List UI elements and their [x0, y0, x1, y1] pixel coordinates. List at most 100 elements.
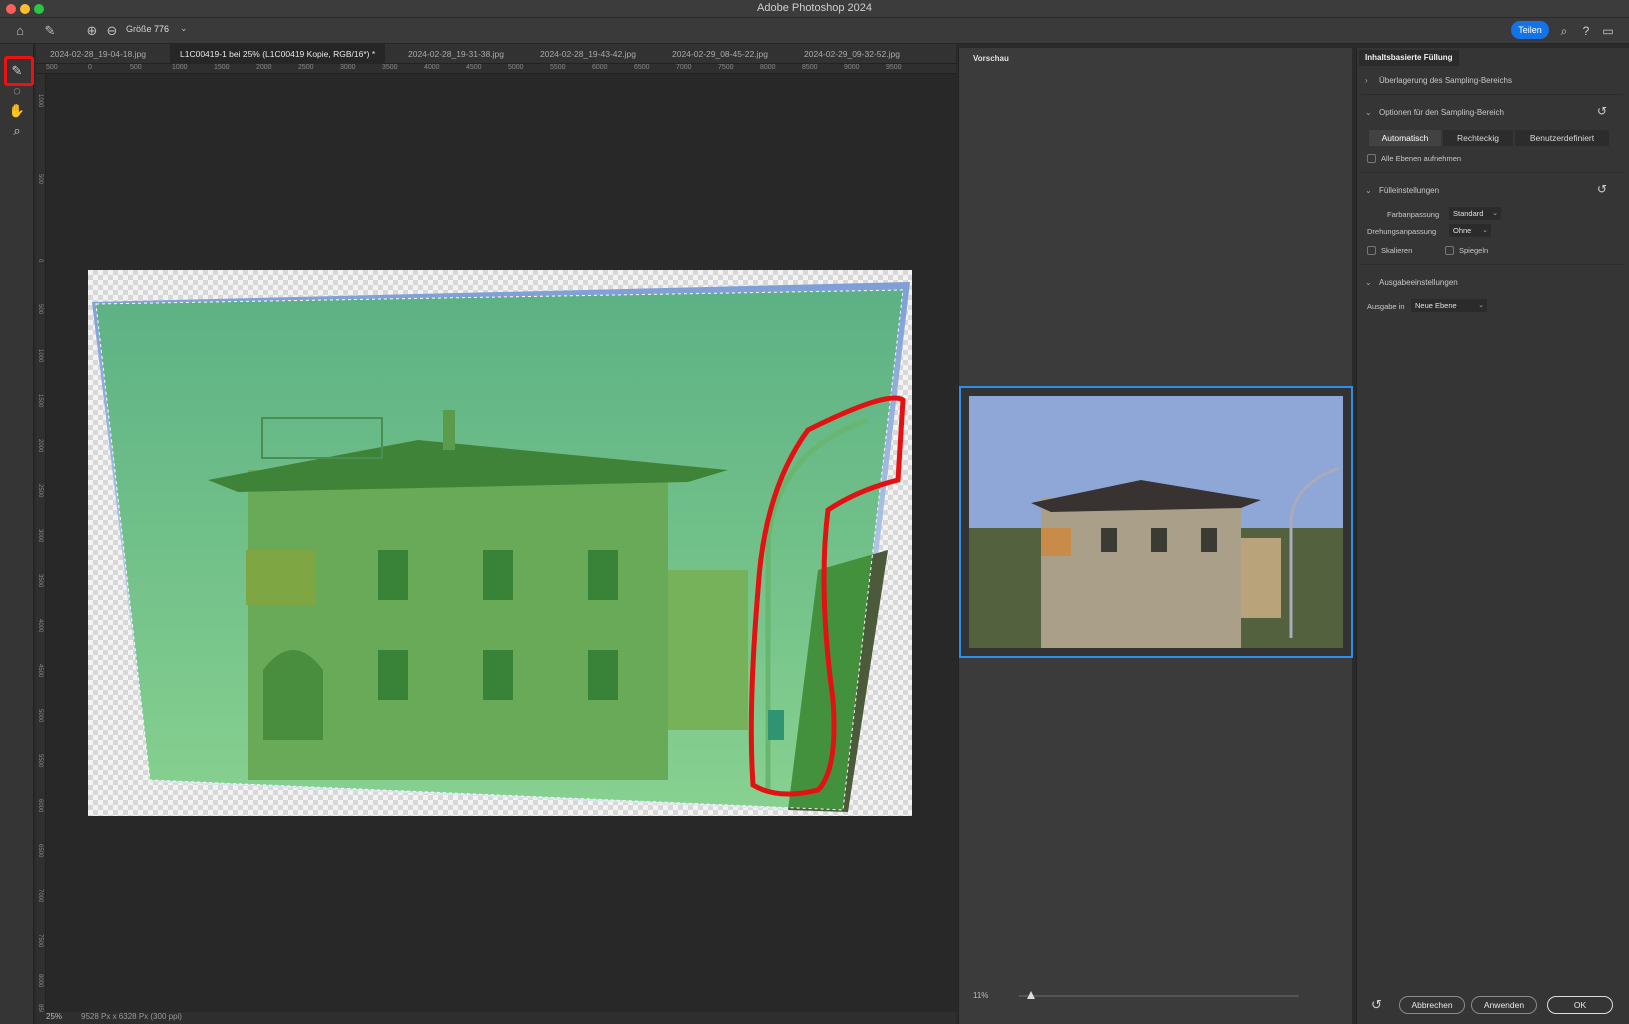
zoom-icon[interactable]: ⌕ — [8, 122, 26, 140]
rotation-adaptation-label: Drehungsanpassung — [1367, 227, 1437, 236]
lasso-icon[interactable]: ◌ — [8, 82, 26, 100]
sampling-mode-custom[interactable]: Benutzerdefiniert — [1515, 130, 1609, 146]
ruler-vertical: 1000 500 0 500 1000 1500 2000 2500 3000 … — [36, 74, 46, 1017]
sampling-mode-automatic[interactable]: Automatisch — [1369, 130, 1441, 146]
color-adaptation-label: Farbanpassung — [1387, 210, 1440, 219]
ruler-label: 2500 — [298, 64, 314, 71]
section-fill-settings[interactable]: ⌄ Fülleinstellungen — [1365, 186, 1439, 195]
ruler-label: 2000 — [37, 439, 43, 453]
ruler-label: 3000 — [340, 64, 356, 71]
ruler-label: 2500 — [37, 484, 43, 498]
home-icon[interactable]: ⌂ — [12, 23, 28, 39]
ruler-label: 4000 — [37, 619, 43, 633]
help-icon[interactable]: ? — [1578, 23, 1594, 39]
preview-lit-window — [1041, 528, 1071, 556]
reset-icon[interactable]: ↺ — [1597, 182, 1607, 196]
rotation-adaptation-dropdown[interactable]: Ohne ⌄ — [1449, 224, 1491, 237]
ok-button[interactable]: OK — [1547, 996, 1613, 1014]
status-bar: 25% 9528 Px x 6328 Px (300 ppi) — [36, 1012, 956, 1024]
ruler-label: 8000 — [760, 64, 776, 71]
apply-button[interactable]: Anwenden — [1471, 996, 1537, 1014]
preview-panel: Vorschau 11% — [958, 48, 1353, 1024]
section-output-settings[interactable]: ⌄ Ausgabeeinstellungen — [1365, 278, 1458, 287]
sampling-brush-icon[interactable]: ✎ — [8, 62, 26, 80]
search-icon[interactable]: ⌕ — [1556, 23, 1572, 39]
document-info: 9528 Px x 6328 Px (300 ppi) — [81, 1012, 182, 1021]
add-circle-icon[interactable]: ⊕ — [84, 23, 100, 39]
workspace-icon[interactable]: ▭ — [1600, 23, 1616, 39]
scale-checkbox[interactable] — [1367, 246, 1376, 255]
preview-house — [1041, 498, 1241, 648]
ruler-label: 9000 — [844, 64, 860, 71]
slider-handle[interactable] — [1027, 991, 1035, 999]
ruler-label: 1500 — [37, 394, 43, 408]
ruler-label: 5500 — [37, 754, 43, 768]
panel-tab-content-aware-fill[interactable]: Inhaltsbasierte Füllung — [1359, 50, 1459, 66]
options-bar: ⌂ ✎ ⊕ ⊖ Größe 776 ⌄ Teilen ⌕ ? ▭ — [0, 18, 1629, 44]
all-layers-checkbox[interactable] — [1367, 154, 1376, 163]
ruler-label: 6000 — [592, 64, 608, 71]
edited-photo — [92, 282, 910, 812]
ruler-label: 0 — [88, 64, 92, 71]
preview-neighbor-house — [1241, 538, 1281, 618]
preview-image — [969, 396, 1343, 648]
ruler-label: 500 — [37, 304, 43, 315]
brush-size-input[interactable]: 776 — [154, 24, 169, 34]
section-overlay[interactable]: › Überlagerung des Sampling-Bereichs — [1365, 76, 1512, 85]
section-sampling-label: Optionen für den Sampling-Bereich — [1379, 108, 1504, 117]
document-canvas[interactable] — [88, 270, 912, 816]
output-dropdown[interactable]: Neue Ebene ⌄ — [1411, 299, 1487, 312]
ruler-label: 4500 — [466, 64, 482, 71]
tab-document[interactable]: 2024-02-29_09-32-52.jpg — [794, 44, 910, 64]
brush-icon[interactable]: ✎ — [42, 23, 58, 39]
ruler-label: 6000 — [37, 799, 43, 813]
document-tabs: 2024-02-28_19-04-18.jpg L1C00419-1 bei 2… — [36, 44, 956, 64]
chevron-down-icon: ⌄ — [1365, 278, 1372, 287]
section-overlay-label: Überlagerung des Sampling-Bereichs — [1379, 76, 1512, 85]
mirror-checkbox[interactable] — [1445, 246, 1454, 255]
hand-icon[interactable]: ✋ — [8, 102, 26, 120]
ruler-horizontal: 500 0 500 1000 1500 2000 2500 3000 3500 … — [36, 64, 956, 74]
subtract-circle-icon[interactable]: ⊖ — [104, 23, 120, 39]
ruler-label: 3500 — [37, 574, 43, 588]
app-title: Adobe Photoshop 2024 — [757, 2, 872, 14]
rotation-adaptation-value: Ohne — [1453, 226, 1472, 235]
ruler-label: 5500 — [550, 64, 566, 71]
tab-document-active[interactable]: L1C00419-1 bei 25% (L1C00419 Kopie, RGB/… — [170, 44, 386, 64]
preview-image-frame[interactable] — [959, 386, 1353, 658]
ruler-label: 5000 — [37, 709, 43, 723]
chevron-down-icon[interactable]: ⌄ — [180, 23, 188, 34]
ruler-label: 4500 — [37, 664, 43, 678]
title-bar: Adobe Photoshop 2024 — [0, 0, 1629, 18]
scale-label: Skalieren — [1381, 246, 1413, 255]
share-button[interactable]: Teilen — [1511, 21, 1549, 39]
sampling-area-overlay — [96, 290, 903, 810]
divider — [1361, 94, 1623, 95]
zoom-level[interactable]: 25% — [46, 1012, 62, 1021]
ruler-label: 7500 — [37, 934, 43, 948]
output-value: Neue Ebene — [1415, 301, 1457, 310]
tab-document[interactable]: 2024-02-28_19-04-18.jpg — [40, 44, 156, 64]
sampling-mode-rectangular[interactable]: Rechteckig — [1443, 130, 1513, 146]
preview-window — [1101, 528, 1117, 552]
ruler-label: 7000 — [676, 64, 692, 71]
reset-all-icon[interactable]: ↺ — [1371, 997, 1382, 1013]
cancel-button[interactable]: Abbrechen — [1399, 996, 1465, 1014]
tab-document[interactable]: 2024-02-28_19-43-42.jpg — [530, 44, 646, 64]
chevron-down-icon: ⌄ — [1365, 108, 1372, 117]
reset-icon[interactable]: ↺ — [1597, 104, 1607, 118]
ruler-label: 7500 — [718, 64, 734, 71]
color-adaptation-value: Standard — [1453, 209, 1484, 218]
color-adaptation-dropdown[interactable]: Standard ⌄ — [1449, 207, 1501, 220]
section-sampling-options[interactable]: ⌄ Optionen für den Sampling-Bereich — [1365, 108, 1504, 117]
ruler-label: 4000 — [424, 64, 440, 71]
tab-document[interactable]: 2024-02-29_08-45-22.jpg — [662, 44, 778, 64]
ruler-label: 8000 — [37, 974, 43, 988]
ruler-label: 500 — [130, 64, 142, 71]
ruler-label: 5000 — [508, 64, 524, 71]
preview-window — [1151, 528, 1167, 552]
ruler-label: 6500 — [37, 844, 43, 858]
preview-zoom-slider[interactable] — [969, 988, 1309, 1004]
tab-document[interactable]: 2024-02-28_19-31-38.jpg — [398, 44, 514, 64]
panel-footer: ↺ Abbrechen Anwenden OK — [1357, 988, 1629, 1024]
